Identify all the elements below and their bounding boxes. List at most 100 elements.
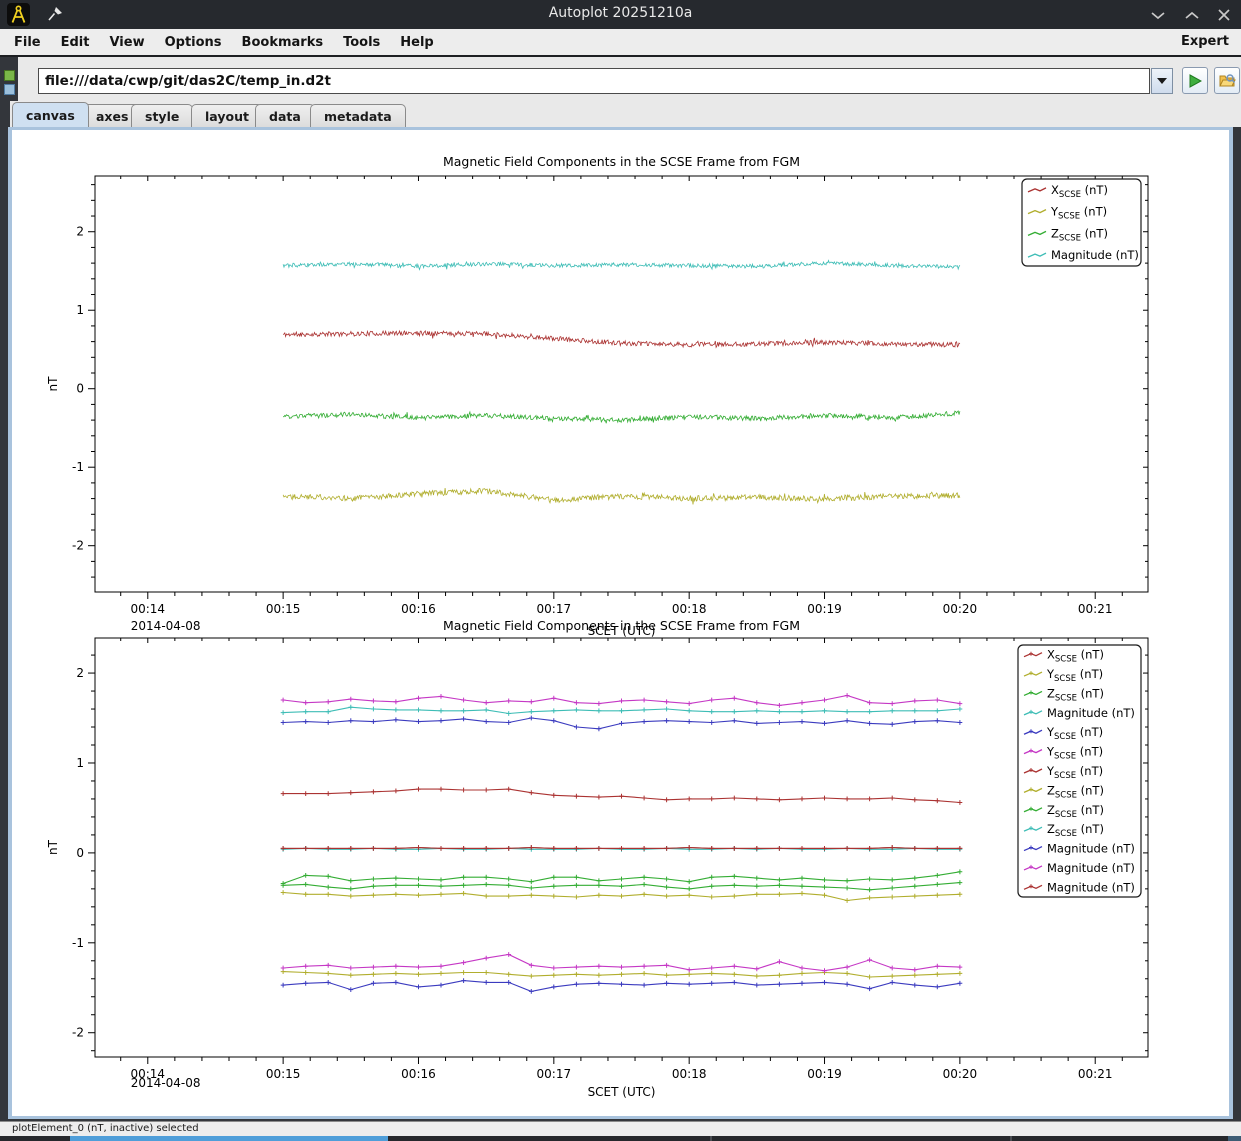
svg-text:2: 2 (76, 666, 84, 680)
url-input[interactable] (38, 68, 1150, 94)
svg-text:-2: -2 (72, 1026, 84, 1040)
legend: XSCSE (nT)YSCSE (nT)ZSCSE (nT)Magnitude … (1022, 179, 1141, 266)
series-7-Z-SCSE-nT- (281, 890, 963, 903)
play-icon (1188, 74, 1202, 88)
svg-text:Magnitude (nT): Magnitude (nT) (1047, 706, 1135, 720)
svg-text:2: 2 (76, 225, 84, 239)
menu-file[interactable]: File (4, 35, 51, 50)
taskbar-separator (1010, 1136, 1012, 1141)
series-2-Z-SCSE-nT- (281, 869, 963, 885)
taskbar-separator (710, 1136, 712, 1141)
window-minimize-icon[interactable] (1146, 4, 1170, 26)
plot-1[interactable]: 00:14 00:15 00:16 00:17 00:18 00:19 00:20 00:21… (46, 154, 1148, 638)
series-12-Magnitude-nT- (281, 845, 963, 851)
open-file-button[interactable] (1214, 67, 1240, 94)
svg-text:00:20: 00:20 (943, 602, 978, 616)
svg-text:0: 0 (76, 382, 84, 396)
tab-layout[interactable]: layout (191, 104, 263, 127)
svg-text:00:16: 00:16 (401, 602, 436, 616)
menu-edit[interactable]: Edit (51, 35, 100, 50)
svg-text:00:21: 00:21 (1078, 1067, 1113, 1081)
plot-border (95, 176, 1148, 592)
svg-text:0: 0 (76, 846, 84, 860)
taskbar-right-segment (1228, 1136, 1241, 1141)
green-square-icon (4, 70, 15, 81)
svg-text:Magnitude (nT): Magnitude (nT) (1047, 861, 1135, 875)
svg-text:Magnitude (nT): Magnitude (nT) (1047, 880, 1135, 894)
svg-text:00:17: 00:17 (537, 602, 572, 616)
svg-text:Magnitude (nT): Magnitude (nT) (1047, 842, 1135, 856)
svg-text:1: 1 (76, 303, 84, 317)
plot-title: Magnetic Field Components in the SCSE Fr… (443, 618, 800, 633)
tab-bar: canvas axes style layout data metadata (10, 101, 1241, 127)
series-4-Y-SCSE-nT- (281, 978, 963, 994)
tab-data[interactable]: data (255, 104, 315, 127)
menu-help[interactable]: Help (390, 35, 443, 50)
tab-metadata[interactable]: metadata (310, 104, 406, 127)
svg-text:00:20: 00:20 (943, 1067, 978, 1081)
svg-text:00:18: 00:18 (672, 1067, 707, 1081)
svg-text:00:15: 00:15 (266, 602, 301, 616)
svg-text:00:21: 00:21 (1078, 602, 1113, 616)
menu-options[interactable]: Options (155, 35, 232, 50)
y-axis-label: nT (46, 376, 60, 392)
axis-ticks (88, 638, 1148, 1064)
plot-title: Magnetic Field Components in the SCSE Fr… (443, 154, 800, 169)
legend: XSCSE (nT)YSCSE (nT)ZSCSE (nT)Magnitude … (1018, 645, 1141, 897)
status-bar: plotElement_0 (nT, inactive) selected (0, 1121, 1241, 1136)
series-3-Magnitude-nT- (281, 705, 963, 716)
go-button[interactable] (1182, 67, 1208, 94)
taskbar-sliver (0, 1136, 1241, 1141)
series-1-Y-SCSE-nT- (281, 969, 963, 979)
series-10-Magnitude-nT- (281, 716, 963, 732)
svg-text:00:17: 00:17 (537, 1067, 572, 1081)
window-close-icon[interactable] (1212, 4, 1236, 26)
folder-search-icon (1219, 73, 1236, 88)
expert-mode-label[interactable]: Expert (1181, 34, 1229, 49)
menu-bookmarks[interactable]: Bookmarks (232, 35, 334, 50)
series-2-Z-SCSE-nT- (283, 411, 960, 423)
svg-text:-1: -1 (72, 936, 84, 950)
menu-tools[interactable]: Tools (333, 35, 390, 50)
x-axis-label: SCET (UTC) (588, 1085, 656, 1099)
date-label: 2014-04-08 (131, 619, 201, 633)
svg-text:00:19: 00:19 (807, 602, 842, 616)
axis-ticks (88, 176, 1148, 599)
menu-view[interactable]: View (99, 35, 154, 50)
plot-canvas[interactable]: 00:14 00:15 00:16 00:17 00:18 00:19 00:20 00:21… (12, 130, 1229, 1116)
address-toolbar (18, 57, 1241, 101)
svg-text:1: 1 (76, 756, 84, 770)
series-3-Magnitude-nT- (283, 261, 960, 270)
url-dropdown-button[interactable] (1151, 68, 1173, 94)
series-1-Y-SCSE-nT- (283, 488, 960, 505)
svg-text:00:18: 00:18 (672, 602, 707, 616)
svg-text:-2: -2 (72, 539, 84, 553)
svg-text:00:14: 00:14 (130, 602, 165, 616)
window-maximize-icon[interactable] (1180, 4, 1204, 26)
tab-style[interactable]: style (131, 104, 193, 127)
series-0-X-SCSE-nT- (283, 331, 960, 347)
window-title: Autoplot 20251210a (0, 5, 1241, 21)
y-axis-label: nT (46, 839, 60, 855)
svg-text:Magnitude (nT): Magnitude (nT) (1051, 248, 1139, 262)
axis-labels: 00:1400:1500:1600:1700:1800:1900:2000:21… (46, 618, 1113, 1099)
tab-canvas[interactable]: canvas (12, 102, 89, 127)
taskbar-active-task[interactable] (70, 1136, 388, 1141)
status-text: plotElement_0 (nT, inactive) selected (12, 1123, 199, 1134)
svg-text:00:19: 00:19 (807, 1067, 842, 1081)
plot-2[interactable]: 00:1400:1500:1600:1700:1800:1900:2000:21… (46, 618, 1148, 1099)
series-0-X-SCSE-nT- (281, 787, 963, 805)
series-11-Magnitude-nT- (281, 693, 963, 708)
title-bar: Autoplot 20251210a (0, 0, 1241, 29)
blue-square-icon (4, 84, 15, 95)
date-label: 2014-04-08 (131, 1076, 201, 1090)
svg-text:00:15: 00:15 (266, 1067, 301, 1081)
series-5-Y-SCSE-nT- (281, 952, 963, 973)
chevron-down-icon (1157, 77, 1167, 85)
menu-bar: File Edit View Options Bookmarks Tools H… (0, 29, 1241, 57)
axis-labels: 00:14 00:15 00:16 00:17 00:18 00:19 00:20 00:21… (46, 154, 1113, 638)
svg-text:00:16: 00:16 (401, 1067, 436, 1081)
svg-text:-1: -1 (72, 460, 84, 474)
series-8-Z-SCSE-nT- (281, 880, 963, 892)
chart-svg[interactable]: 00:14 00:15 00:16 00:17 00:18 00:19 00:20 00:21… (12, 130, 1229, 1116)
